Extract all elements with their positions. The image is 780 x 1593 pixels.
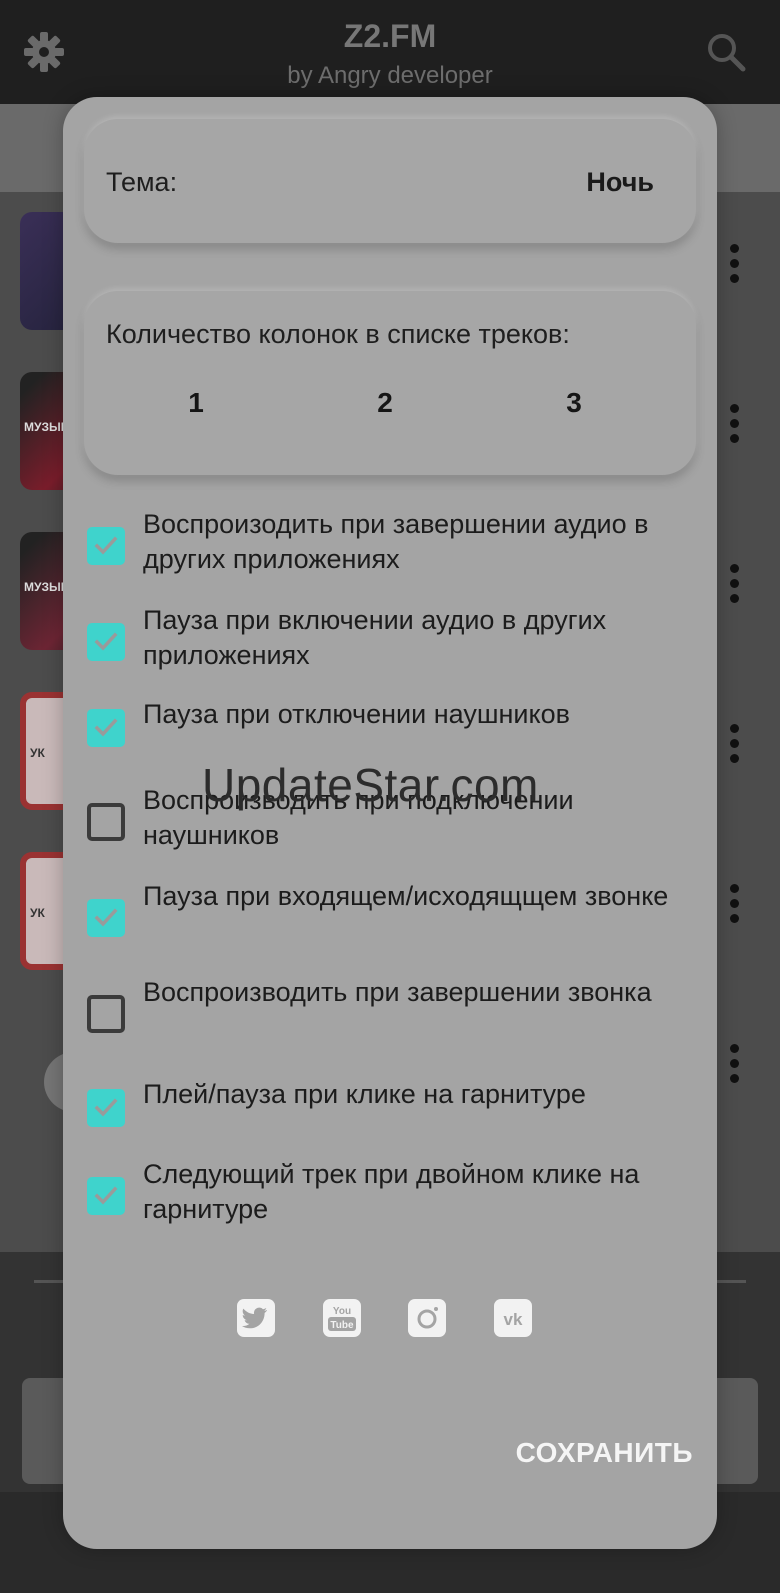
more-icon[interactable] <box>730 724 740 769</box>
setting-option-label: Пауза при входящем/исходящщем звонке <box>143 881 669 911</box>
checkbox-checked[interactable] <box>87 1177 125 1215</box>
cover-text: УК <box>30 746 45 760</box>
check-icon <box>94 718 118 737</box>
column-option-1[interactable]: 1 <box>166 387 226 419</box>
theme-value[interactable]: Ночь <box>586 167 654 198</box>
setting-option-label: Воспроизводить при завершении звонка <box>143 977 652 1007</box>
youtube-icon-text-top: You <box>333 1306 351 1317</box>
checkbox-checked[interactable] <box>87 899 125 937</box>
save-button[interactable]: СОХРАНИТЬ <box>516 1437 693 1469</box>
columns-label: Количество колонок в списке треков: <box>106 319 570 349</box>
setting-option-label: Пауза при отключении наушников <box>143 699 570 729</box>
check-icon <box>94 536 118 555</box>
check-icon <box>94 1098 118 1117</box>
cover-text: МУЗЫК <box>24 420 69 434</box>
cover-text: МУЗЫК <box>24 580 69 594</box>
checkbox-checked[interactable] <box>87 623 125 661</box>
check-icon <box>94 908 118 927</box>
setting-option-label: Воспроизводить при подключении наушников <box>143 785 574 850</box>
setting-option-label: Пауза при включении аудио в других прило… <box>143 605 607 670</box>
column-option-2[interactable]: 2 <box>355 387 415 419</box>
more-icon[interactable] <box>730 884 740 929</box>
column-option-3[interactable]: 3 <box>544 387 604 419</box>
instagram-icon[interactable] <box>408 1299 446 1337</box>
check-icon <box>94 632 118 651</box>
cover-text: УК <box>30 906 45 920</box>
settings-dialog: Тема: Ночь Количество колонок в списке т… <box>63 97 717 1549</box>
vk-icon-text: vk <box>504 1310 523 1329</box>
youtube-icon[interactable]: You Tube <box>323 1299 361 1337</box>
app-title: Z2.FM <box>343 18 437 54</box>
checkbox-checked[interactable] <box>87 709 125 747</box>
checkbox-unchecked[interactable] <box>87 803 125 841</box>
checkbox-checked[interactable] <box>87 527 125 565</box>
search-icon[interactable] <box>704 30 748 74</box>
setting-option-label: Воспроизодить при завершении аудио в дру… <box>143 509 649 574</box>
theme-card[interactable]: Тема: Ночь <box>84 119 696 243</box>
theme-label: Тема: <box>106 167 178 197</box>
columns-card: Количество колонок в списке треков: 1 2 … <box>84 291 696 475</box>
more-icon[interactable] <box>730 564 740 609</box>
more-icon[interactable] <box>730 1044 740 1089</box>
check-icon <box>94 1186 118 1205</box>
checkbox-unchecked[interactable] <box>87 995 125 1033</box>
youtube-icon-text-bottom: Tube <box>330 1320 354 1331</box>
twitter-icon[interactable] <box>237 1299 275 1337</box>
vk-icon[interactable]: vk <box>494 1299 532 1337</box>
more-icon[interactable] <box>730 244 740 289</box>
checkbox-checked[interactable] <box>87 1089 125 1127</box>
app-header: Z2.FM by Angry developer <box>0 0 780 104</box>
setting-option-label: Следующий трек при двойном клике на гарн… <box>143 1159 640 1224</box>
more-icon[interactable] <box>730 404 740 449</box>
app-subtitle: by Angry developer <box>287 62 493 89</box>
setting-option-label: Плей/пауза при клике на гарнитуре <box>143 1079 586 1109</box>
